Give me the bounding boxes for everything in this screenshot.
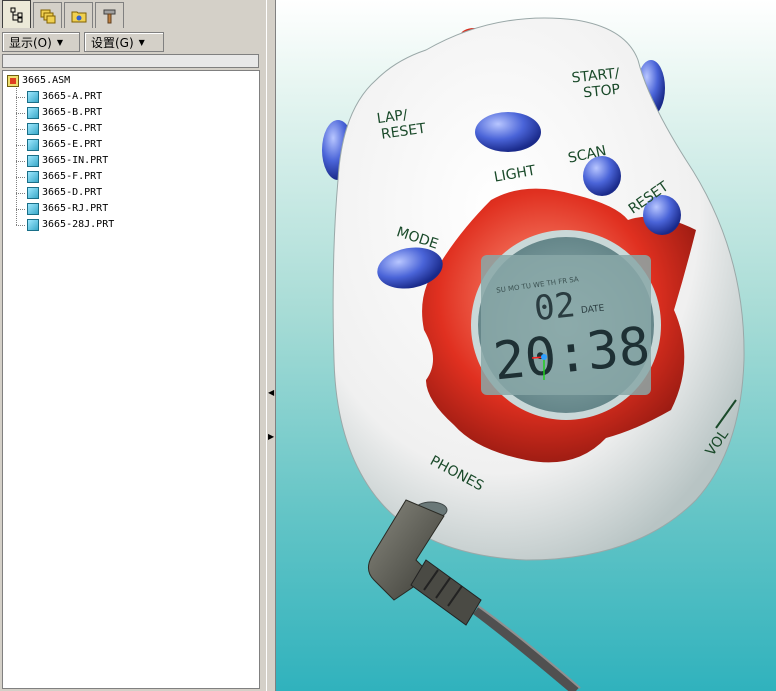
show-menu-button[interactable]: 显示(O) ▼ xyxy=(2,32,80,52)
tab-folder-browser[interactable] xyxy=(64,2,93,28)
tree-connector xyxy=(16,145,25,146)
part-icon xyxy=(27,186,39,199)
tree-item-label: 3665-F.PRT xyxy=(42,171,103,182)
part-icon xyxy=(27,218,39,231)
tree-item-part[interactable]: 3665-F.PRT xyxy=(27,169,102,184)
collapse-left-icon[interactable]: ◀ xyxy=(268,388,274,397)
tree-item-part[interactable]: 3665-IN.PRT xyxy=(27,153,108,168)
hammer-icon xyxy=(103,9,115,23)
tree-item-label: 3665-B.PRT xyxy=(42,107,103,118)
part-icon xyxy=(27,138,39,151)
chevron-down-icon: ▼ xyxy=(138,37,145,47)
model-tree-panel: 显示(O) ▼ 设置(G) ▼ 3665.ASM 3665-A.PRT 3665… xyxy=(0,0,266,691)
tree-connector xyxy=(16,129,25,130)
light-button xyxy=(475,112,541,152)
tree-connector xyxy=(16,85,27,225)
tab-layers[interactable] xyxy=(33,2,62,28)
tree-toolbar: 显示(O) ▼ 设置(G) ▼ xyxy=(2,32,164,52)
lcd-date-value: 02 xyxy=(532,285,577,329)
assembly-icon xyxy=(7,74,19,87)
tree-item-label: 3665-E.PRT xyxy=(42,139,103,150)
part-icon xyxy=(27,202,39,215)
model-render: SU MO TU WE TH FR SA 02 DATE 20:38 LAP/ … xyxy=(322,17,745,691)
tree-item-part[interactable]: 3665-A.PRT xyxy=(27,89,102,104)
layers-icon xyxy=(40,9,55,23)
tree-item-label: 3665-C.PRT xyxy=(42,123,103,134)
tree-item-part[interactable]: 3665-D.PRT xyxy=(27,185,102,200)
settings-menu-button[interactable]: 设置(G) ▼ xyxy=(84,32,164,52)
part-icon xyxy=(27,122,39,135)
model-tree-icon xyxy=(10,7,22,22)
chevron-down-icon: ▼ xyxy=(56,37,63,47)
model-tree: 3665.ASM 3665-A.PRT 3665-B.PRT 3665-C.PR… xyxy=(2,70,260,689)
panel-splitter[interactable]: ◀ ▶ xyxy=(266,0,276,691)
tree-connector xyxy=(16,225,25,226)
tree-connector xyxy=(16,193,25,194)
tab-model-tree[interactable] xyxy=(2,0,31,28)
tree-item-root-assembly[interactable]: 3665.ASM xyxy=(7,73,70,88)
panel-tabs xyxy=(2,0,126,30)
tree-item-part[interactable]: 3665-28J.PRT xyxy=(27,217,114,232)
tree-item-label: 3665-D.PRT xyxy=(42,187,103,198)
part-icon xyxy=(27,170,39,183)
part-icon xyxy=(27,90,39,103)
part-icon xyxy=(27,106,39,119)
tree-filter-bar[interactable] xyxy=(2,54,259,68)
tree-item-label: 3665-A.PRT xyxy=(42,91,103,102)
tree-connector xyxy=(16,113,25,114)
tree-item-label: 3665-IN.PRT xyxy=(42,155,109,166)
tree-item-label: 3665-RJ.PRT xyxy=(42,203,109,214)
tree-item-part[interactable]: 3665-E.PRT xyxy=(27,137,102,152)
tree-connector xyxy=(16,97,25,98)
tree-item-label: 3665-28J.PRT xyxy=(42,219,115,230)
tree-connector xyxy=(16,177,25,178)
tree-connector xyxy=(16,161,25,162)
tree-item-part[interactable]: 3665-C.PRT xyxy=(27,121,102,136)
axis-origin xyxy=(541,354,547,360)
part-icon xyxy=(27,154,39,167)
tree-item-part[interactable]: 3665-B.PRT xyxy=(27,105,102,120)
cable xyxy=(472,606,580,691)
tree-item-label: 3665.ASM xyxy=(22,75,71,86)
show-menu-label: 显示(O) xyxy=(9,35,52,50)
graphics-viewport[interactable]: SU MO TU WE TH FR SA 02 DATE 20:38 LAP/ … xyxy=(276,0,776,691)
folder-icon xyxy=(71,11,86,22)
tree-item-part[interactable]: 3665-RJ.PRT xyxy=(27,201,108,216)
tab-favorites[interactable] xyxy=(95,2,124,28)
expand-right-icon[interactable]: ▶ xyxy=(268,432,274,441)
tree-connector xyxy=(16,209,25,210)
settings-menu-label: 设置(G) xyxy=(91,35,134,50)
plug-strain-relief xyxy=(410,559,482,626)
